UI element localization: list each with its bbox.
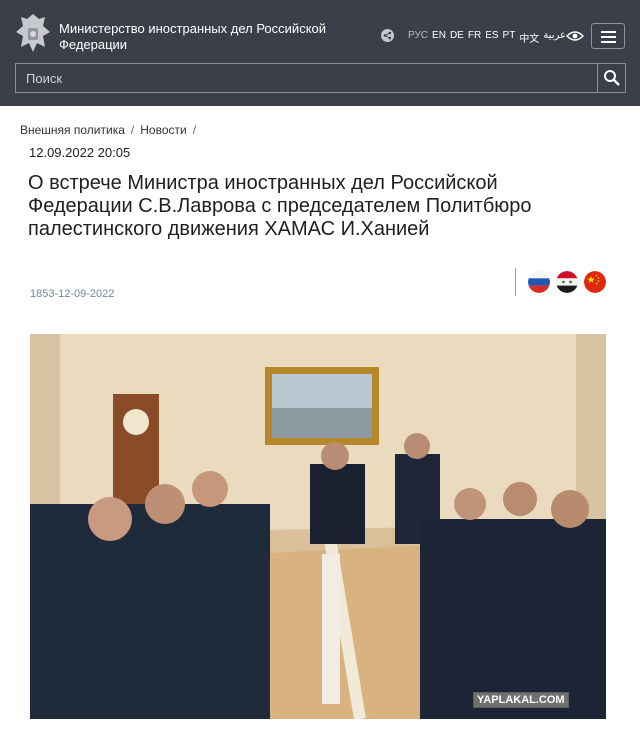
menu-icon-line [601, 31, 616, 33]
menu-icon-line [601, 36, 616, 38]
meeting-photo-illustration [30, 334, 606, 719]
russia-flag-icon[interactable] [528, 271, 550, 293]
lang-pt[interactable]: PT [503, 30, 516, 45]
lang-zh[interactable]: 中文 [519, 30, 539, 45]
breadcrumb: Внешняя политика / Новости / [20, 123, 196, 137]
syria-flag-icon[interactable] [556, 271, 578, 293]
lang-es[interactable]: ES [485, 30, 498, 45]
china-flag-icon[interactable] [584, 271, 606, 293]
article-photo[interactable]: YAPLAKAL.COM [30, 334, 606, 719]
language-switcher: РУС EN DE FR ES PT 中文 عربية [408, 30, 566, 45]
search-bar [15, 63, 626, 93]
lang-fr[interactable]: FR [468, 30, 481, 45]
article-number: 1853-12-09-2022 [30, 288, 115, 300]
article-date: 12.09.2022 20:05 [29, 145, 131, 160]
search-button[interactable] [597, 64, 625, 92]
article-title: О встрече Министра иностранных дел Росси… [28, 172, 532, 240]
watermark: YAPLAKAL.COM [473, 692, 569, 708]
ministry-title[interactable]: Министерство иностранных дел Российской … [59, 21, 329, 53]
share-icon[interactable] [381, 29, 394, 42]
site-header: Министерство иностранных дел Российской … [0, 0, 640, 106]
breadcrumb-separator: / [130, 123, 135, 137]
lang-ru[interactable]: РУС [408, 30, 428, 45]
breadcrumb-foreign-policy[interactable]: Внешняя политика [20, 123, 125, 137]
flags-divider [515, 268, 516, 296]
emblem-icon[interactable] [14, 12, 52, 54]
search-input[interactable] [16, 64, 598, 92]
menu-button[interactable] [591, 23, 625, 49]
search-icon [604, 70, 620, 86]
lang-en[interactable]: EN [432, 30, 446, 45]
lang-de[interactable]: DE [450, 30, 464, 45]
breadcrumb-news[interactable]: Новости [140, 123, 186, 137]
breadcrumb-separator: / [192, 123, 197, 137]
eye-icon[interactable] [566, 30, 584, 42]
lang-ar[interactable]: عربية [543, 30, 566, 45]
menu-icon-line [601, 41, 616, 43]
